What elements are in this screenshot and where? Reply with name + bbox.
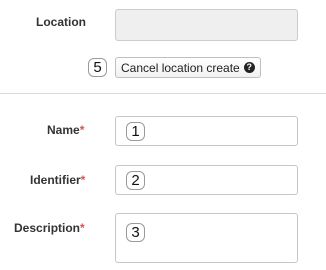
- required-indicator: *: [80, 221, 85, 235]
- description-textarea[interactable]: 3: [115, 213, 298, 263]
- description-label: Description*: [14, 221, 85, 235]
- section-divider: [0, 93, 326, 94]
- location-label: Location: [36, 15, 86, 29]
- cancel-location-create-button[interactable]: Cancel location create ?: [115, 57, 261, 78]
- identifier-input[interactable]: 2: [115, 165, 298, 195]
- annotation-marker-5: 5: [88, 58, 107, 77]
- resize-grip-icon[interactable]: [288, 253, 295, 260]
- name-label: Name*: [47, 123, 85, 137]
- name-input[interactable]: 1: [115, 116, 298, 146]
- question-circle-icon[interactable]: ?: [243, 62, 255, 73]
- required-indicator: *: [80, 173, 86, 187]
- required-indicator: *: [79, 123, 85, 137]
- annotation-marker-3: 3: [126, 223, 145, 242]
- annotation-marker-2: 2: [126, 171, 145, 190]
- identifier-label: Identifier*: [30, 173, 86, 187]
- location-field: [115, 9, 298, 41]
- cancel-location-create-label: Cancel location create: [121, 60, 240, 75]
- annotation-marker-1: 1: [126, 122, 145, 141]
